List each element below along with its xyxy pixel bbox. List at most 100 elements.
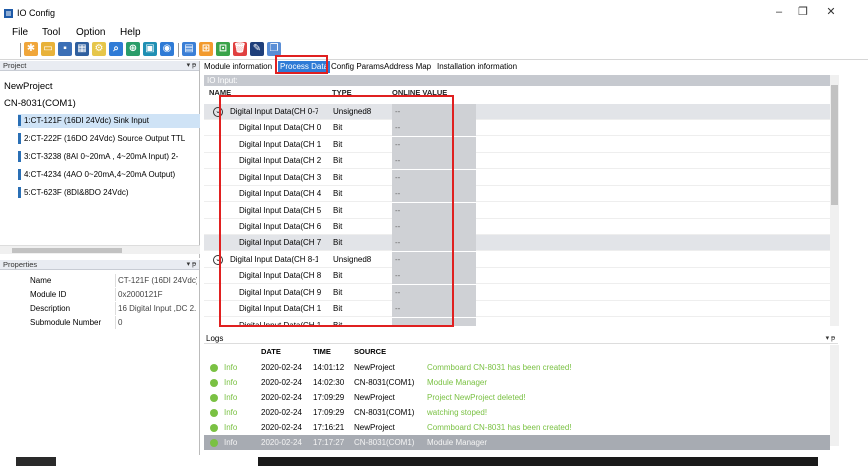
log-date: 2020-02-24 <box>261 438 302 447</box>
log-date: 2020-02-24 <box>261 363 302 372</box>
module-icon[interactable]: ▤ <box>182 42 196 56</box>
open-folder-icon[interactable]: ▭ <box>41 42 55 56</box>
taskbar-block <box>16 457 56 466</box>
project-panel-header: Project ▾ ᵽ <box>0 61 199 71</box>
info-icon <box>210 364 218 372</box>
tab-config-params[interactable]: Config Params <box>331 61 384 73</box>
log-row[interactable]: Info 2020-02-24 17:09:29 CN-8031(COM1) watch… <box>204 405 830 420</box>
module-icon <box>18 169 21 181</box>
maximize-button[interactable]: ❐ <box>796 6 810 18</box>
download-icon[interactable]: ◉ <box>160 42 174 56</box>
module-icon <box>18 151 21 163</box>
log-level: Info <box>224 363 238 372</box>
log-message: Project NewProject deleted! <box>427 393 526 402</box>
project-module-item[interactable]: 4:CT-4234 (4AO 0~20mA,4~20mA Output) <box>18 168 200 182</box>
log-row[interactable]: Info 2020-02-24 17:17:27 CN-8031(COM1) Modul… <box>204 435 830 450</box>
menu-file[interactable]: File <box>12 27 28 38</box>
project-panel-title: Project <box>3 61 27 70</box>
property-value[interactable]: CT-121F (16DI 24Vdc) S <box>115 274 197 287</box>
property-value[interactable]: 0x2000121F <box>115 288 197 301</box>
search-icon[interactable]: ⌕ <box>109 42 123 56</box>
project-module-label: 3:CT-3238 (8AI 0~20mA , 4~20mA Input) 2- <box>24 152 179 161</box>
project-module-item[interactable]: 1:CT-121F (16DI 24Vdc) Sink Input <box>18 114 200 128</box>
property-row: Submodule Number 0 <box>0 316 200 329</box>
column-date[interactable]: DATE <box>261 345 281 359</box>
scrollbar-thumb[interactable] <box>831 85 838 205</box>
scrollbar-thumb[interactable] <box>12 248 122 253</box>
minimize-button[interactable]: – <box>772 6 786 18</box>
tab-address-map[interactable]: Address Map <box>384 61 431 73</box>
insert-module-icon[interactable]: ⊡ <box>216 42 230 56</box>
delete-icon[interactable]: 🗑 <box>233 42 247 56</box>
project-root[interactable]: NewProject <box>4 81 53 92</box>
menu-tool[interactable]: Tool <box>42 27 60 38</box>
new-project-icon[interactable]: ✱ <box>24 42 38 56</box>
info-icon <box>210 424 218 432</box>
project-module-item[interactable]: 5:CT-623F (8DI&8DO 24Vdc) <box>18 186 200 200</box>
save-icon[interactable]: ▪ <box>58 42 72 56</box>
save-all-icon[interactable]: ▦ <box>75 42 89 56</box>
log-level: Info <box>224 378 238 387</box>
menu-option[interactable]: Option <box>76 27 105 38</box>
pin-icon[interactable]: ▾ ᵽ <box>826 333 835 344</box>
project-module-label: 4:CT-4234 (4AO 0~20mA,4~20mA Output) <box>24 170 176 179</box>
info-icon <box>210 394 218 402</box>
edit-icon[interactable]: ✎ <box>250 42 264 56</box>
info-icon <box>210 439 218 447</box>
property-value[interactable]: 0 <box>115 316 197 329</box>
log-level: Info <box>224 423 238 432</box>
toolbar: ✱ ▭ ▪ ▦ ⚙ ⌕ ⊕ ▣ ◉ ▤ ⊞ ⊡ 🗑 ✎ ❐ <box>0 40 868 60</box>
log-row[interactable]: Info 2020-02-24 14:02:30 CN-8031(COM1) Modul… <box>204 375 830 390</box>
log-time: 17:09:29 <box>313 393 345 402</box>
highlight-box <box>219 95 454 327</box>
log-row[interactable]: Info 2020-02-24 17:16:21 NewProject Commboar… <box>204 420 830 435</box>
log-date: 2020-02-24 <box>261 423 302 432</box>
taskbar-block <box>258 457 818 466</box>
log-message: Module Manager <box>427 438 488 447</box>
log-message: watching stoped! <box>427 408 488 417</box>
pin-icon[interactable]: ▾ ᵽ <box>187 61 196 71</box>
io-vertical-scrollbar[interactable] <box>830 75 839 326</box>
property-row: Module ID 0x2000121F <box>0 288 200 301</box>
log-source: CN-8031(COM1) <box>354 408 415 417</box>
log-source: CN-8031(COM1) <box>354 438 415 447</box>
logs-title: Logs <box>206 334 224 343</box>
copy-icon[interactable]: ❐ <box>267 42 281 56</box>
project-module-label: 5:CT-623F (8DI&8DO 24Vdc) <box>24 188 129 197</box>
close-button[interactable]: ✕ <box>824 6 838 18</box>
tab-installation-information[interactable]: Installation information <box>437 61 517 73</box>
log-level: Info <box>224 408 238 417</box>
settings-icon[interactable]: ⚙ <box>92 42 106 56</box>
window-title: IO Config <box>17 8 56 18</box>
module-icon <box>18 187 21 199</box>
log-row[interactable]: Info 2020-02-24 17:09:29 NewProject Project … <box>204 390 830 405</box>
connect-icon[interactable]: ⊕ <box>126 42 140 56</box>
project-module-item[interactable]: 2:CT-222F (16DO 24Vdc) Source Output TTL <box>18 132 200 146</box>
add-module-icon[interactable]: ⊞ <box>199 42 213 56</box>
property-row: Name CT-121F (16DI 24Vdc) S <box>0 274 200 287</box>
tab-module-information[interactable]: Module information <box>204 61 272 73</box>
log-message: Module Manager <box>427 378 488 387</box>
log-message: Commboard CN-8031 has been created! <box>427 363 572 372</box>
log-row[interactable]: Info 2020-02-24 14:01:12 NewProject Commboar… <box>204 360 830 375</box>
log-time: 17:16:21 <box>313 423 345 432</box>
log-time: 17:17:27 <box>313 438 345 447</box>
menu-help[interactable]: Help <box>120 27 141 38</box>
log-time: 14:02:30 <box>313 378 345 387</box>
column-time[interactable]: TIME <box>313 345 331 359</box>
log-level: Info <box>224 393 238 402</box>
upload-icon[interactable]: ▣ <box>143 42 157 56</box>
project-device[interactable]: CN-8031(COM1) <box>4 98 76 109</box>
column-source[interactable]: SOURCE <box>354 345 386 359</box>
property-row: Description 16 Digital Input ,DC 2... <box>0 302 200 315</box>
property-value[interactable]: 16 Digital Input ,DC 2... <box>115 302 197 315</box>
taskbar-strip <box>0 455 868 468</box>
log-time: 14:01:12 <box>313 363 345 372</box>
log-level: Info <box>224 438 238 447</box>
property-key: Description <box>30 304 71 313</box>
logs-vertical-scrollbar[interactable] <box>830 345 839 446</box>
project-horizontal-scrollbar[interactable] <box>0 245 200 254</box>
pin-icon[interactable]: ▾ ᵽ <box>187 260 196 270</box>
project-module-item[interactable]: 3:CT-3238 (8AI 0~20mA , 4~20mA Input) 2- <box>18 150 200 164</box>
module-icon <box>18 115 21 127</box>
